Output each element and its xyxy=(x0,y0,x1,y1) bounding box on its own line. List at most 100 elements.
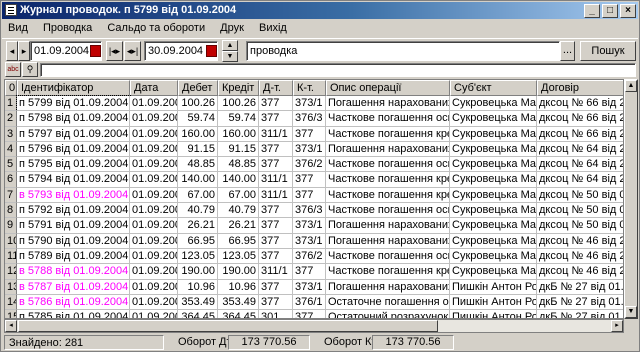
row-subject[interactable]: Пишкін Антон Рома xyxy=(450,294,537,311)
row-description[interactable]: Часткове погашення основн xyxy=(326,157,450,173)
row-index[interactable]: 11 xyxy=(5,248,17,265)
row-credit-account[interactable]: 373/1 xyxy=(293,233,326,249)
row-credit-account[interactable]: 377 xyxy=(293,126,326,142)
row-credit-account[interactable]: 376/2 xyxy=(293,157,326,173)
row-contract[interactable]: дксоц № 66 від 29.06.2 xyxy=(537,126,623,142)
row-description[interactable]: Погашення нарахованих відсо xyxy=(326,233,450,249)
row-date[interactable]: 01.09.2004 xyxy=(130,294,178,311)
row-credit-account[interactable]: 376/3 xyxy=(293,203,326,219)
row-debit-account[interactable]: 311/1 xyxy=(259,126,293,142)
table-row[interactable]: 10п 5790 від 01.09.200401.09.200466.9566… xyxy=(5,233,623,249)
scroll-down-button[interactable]: ▼ xyxy=(625,306,637,318)
row-credit[interactable]: 26.21 xyxy=(218,218,259,234)
row-date[interactable]: 01.09.2004 xyxy=(130,279,178,295)
spin-up-button[interactable]: ▲ xyxy=(222,40,238,51)
row-identifier[interactable]: п 5797 від 01.09.2004 xyxy=(17,126,130,142)
row-date[interactable]: 01.09.2004 xyxy=(130,96,178,112)
search-button[interactable]: Пошук xyxy=(580,41,636,61)
row-date[interactable]: 01.09.2004 xyxy=(130,126,178,142)
row-credit-account[interactable]: 373/1 xyxy=(293,96,326,112)
row-date[interactable]: 01.09.2004 xyxy=(130,172,178,188)
row-debit[interactable]: 66.95 xyxy=(178,233,218,249)
row-date[interactable]: 01.09.2004 xyxy=(130,157,178,173)
column-header-credit[interactable]: Кредіт xyxy=(218,80,259,96)
row-subject[interactable]: Сукровецька Максим xyxy=(450,111,537,127)
row-identifier[interactable]: в 5788 від 01.09.2004 xyxy=(17,264,130,280)
row-contract[interactable]: дксоц № 50 від 08.06.2 xyxy=(537,203,623,219)
row-credit-account[interactable]: 376/1 xyxy=(293,294,326,311)
row-subject[interactable]: Сукровецька Максим xyxy=(450,233,537,249)
row-index[interactable]: 3 xyxy=(5,126,17,142)
row-credit-account[interactable]: 376/3 xyxy=(293,111,326,127)
scroll-right-button[interactable]: ▸ xyxy=(611,320,623,332)
row-identifier[interactable]: в 5793 від 01.09.2004 xyxy=(17,187,130,204)
table-row[interactable]: 8п 5792 від 01.09.200401.09.200440.7940.… xyxy=(5,203,623,219)
column-header-debit[interactable]: Дебет xyxy=(178,80,218,96)
row-index[interactable]: 1 xyxy=(5,96,17,112)
row-index[interactable]: 9 xyxy=(5,218,17,234)
row-description[interactable]: Остаточне погашення основн xyxy=(326,294,450,311)
row-credit-account[interactable]: 373/1 xyxy=(293,141,326,158)
row-credit[interactable]: 91.15 xyxy=(218,141,259,158)
row-credit[interactable]: 40.79 xyxy=(218,203,259,219)
row-debit[interactable]: 10.96 xyxy=(178,279,218,295)
row-index[interactable]: 7 xyxy=(5,187,17,204)
row-debit-account[interactable]: 377 xyxy=(259,157,293,173)
filter-button[interactable]: ⚲ xyxy=(22,62,38,77)
close-button[interactable]: × xyxy=(620,4,636,18)
row-credit[interactable]: 10.96 xyxy=(218,279,259,295)
menu-posting[interactable]: Проводка xyxy=(37,22,98,34)
row-credit-account[interactable]: 377 xyxy=(293,187,326,204)
column-header-description[interactable]: Опис операції xyxy=(326,80,450,96)
row-debit-account[interactable]: 377 xyxy=(259,218,293,234)
abc-sort-button[interactable]: abc xyxy=(5,62,21,77)
row-identifier[interactable]: п 5792 від 01.09.2004 xyxy=(17,203,130,219)
row-index[interactable]: 14 xyxy=(5,294,17,311)
browse-button[interactable]: ... xyxy=(560,41,575,61)
row-debit[interactable]: 190.00 xyxy=(178,264,218,280)
row-contract[interactable]: дксоц № 50 від 08.06.2 xyxy=(537,218,623,234)
row-debit-account[interactable]: 377 xyxy=(259,233,293,249)
vertical-scrollbar[interactable]: ▲ ▼ xyxy=(624,79,638,319)
row-identifier[interactable]: п 5789 від 01.09.2004 xyxy=(17,248,130,265)
row-debit[interactable]: 26.21 xyxy=(178,218,218,234)
column-header-index[interactable]: 0 xyxy=(5,80,17,96)
row-subject[interactable]: Сукровецька Максим xyxy=(450,126,537,142)
row-credit[interactable]: 48.85 xyxy=(218,157,259,173)
range-start-button[interactable]: |◂▸ xyxy=(106,41,123,61)
row-identifier[interactable]: п 5798 від 01.09.2004 xyxy=(17,111,130,127)
row-description[interactable]: Часткове погашення основн xyxy=(326,248,450,265)
row-credit[interactable]: 100.26 xyxy=(218,96,259,112)
row-description[interactable]: Остаточний розрахунок по кр xyxy=(326,310,450,318)
column-header-subject[interactable]: Суб'єкт xyxy=(450,80,537,96)
row-subject[interactable]: Сукровецька Максим xyxy=(450,96,537,112)
row-identifier[interactable]: п 5794 від 01.09.2004 xyxy=(17,172,130,188)
quick-filter-field[interactable] xyxy=(40,63,636,77)
row-contract[interactable]: дкБ № 27 від 01.09.200 xyxy=(537,279,623,295)
row-debit-account[interactable]: 377 xyxy=(259,111,293,127)
row-description[interactable]: Погашення нарахованих відсо xyxy=(326,96,450,112)
next-period-button[interactable]: ▸ xyxy=(18,41,30,61)
row-debit-account[interactable]: 311/1 xyxy=(259,187,293,204)
row-subject[interactable]: Пишкін Антон Рома xyxy=(450,279,537,295)
row-credit[interactable]: 353.49 xyxy=(218,294,259,311)
row-identifier[interactable]: п 5796 від 01.09.2004 xyxy=(17,141,130,158)
row-debit[interactable]: 353.49 xyxy=(178,294,218,311)
column-header-debit-account[interactable]: Д-т. xyxy=(259,80,293,96)
row-credit[interactable]: 66.95 xyxy=(218,233,259,249)
menu-exit[interactable]: Вихід xyxy=(253,22,293,34)
table-row[interactable]: 12в 5788 від 01.09.200401.09.2004190.001… xyxy=(5,264,623,280)
row-index[interactable]: 10 xyxy=(5,233,17,249)
row-index[interactable]: 15 xyxy=(5,310,17,318)
row-contract[interactable]: дксоц № 46 від 24.05.2 xyxy=(537,233,623,249)
spin-down-button[interactable]: ▼ xyxy=(222,51,238,62)
row-identifier[interactable]: п 5799 від 01.09.2004 xyxy=(16,94,131,113)
row-description[interactable]: Часткове погашення кредиту xyxy=(326,172,450,188)
row-date[interactable]: 01.09.2004 xyxy=(130,264,178,280)
row-debit-account[interactable]: 377 xyxy=(259,141,293,158)
row-contract[interactable]: дкБ № 27 від 01.09.200 xyxy=(537,310,623,318)
table-row[interactable]: 5п 5795 від 01.09.200401.09.200448.8548.… xyxy=(5,157,623,173)
row-credit-account[interactable]: 377 xyxy=(293,264,326,280)
row-debit-account[interactable]: 311/1 xyxy=(259,264,293,280)
row-description[interactable]: Погашення нарахованих відсо xyxy=(326,279,450,295)
